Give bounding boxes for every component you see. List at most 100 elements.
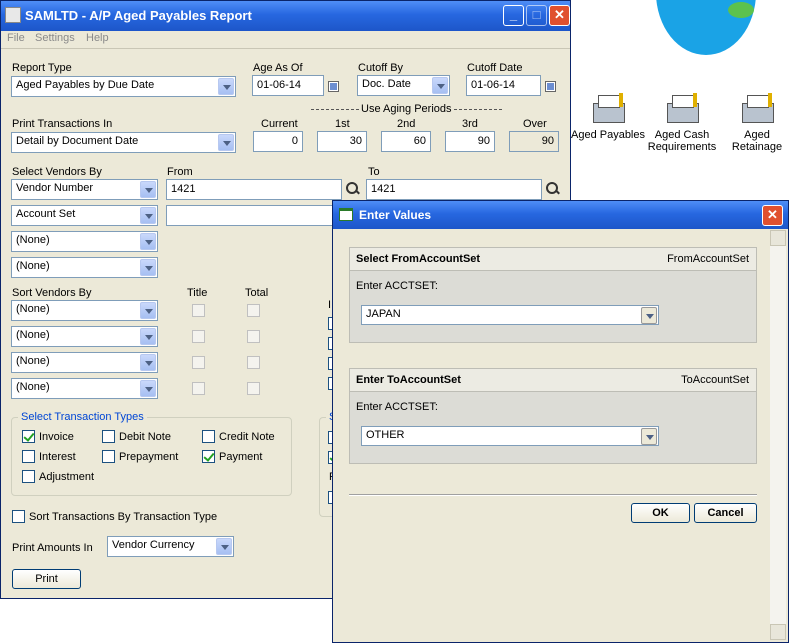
- window-icon: [339, 208, 353, 221]
- sort-vendors-value: (None): [16, 303, 50, 315]
- to-account-set-select[interactable]: OTHER: [361, 426, 659, 446]
- chevron-down-icon[interactable]: [140, 233, 156, 250]
- sort-title-checkbox-3: [192, 356, 205, 369]
- minimize-button[interactable]: _: [503, 5, 524, 26]
- period-2nd-field[interactable]: 60: [381, 131, 431, 152]
- select-vendors-by-3[interactable]: (None): [11, 231, 158, 252]
- cancel-button[interactable]: Cancel: [694, 503, 757, 523]
- interest-checkbox[interactable]: [22, 450, 35, 463]
- chevron-down-icon[interactable]: [140, 354, 156, 371]
- desktop-icon-aged-payables[interactable]: Aged Payables: [570, 93, 646, 141]
- transaction-types-title: Select Transaction Types: [18, 411, 147, 423]
- sort-title-checkbox-2: [192, 330, 205, 343]
- chevron-down-icon[interactable]: [140, 328, 156, 345]
- calendar-icon[interactable]: [328, 81, 339, 92]
- aging-periods-label: Use Aging Periods: [361, 103, 452, 115]
- cutoff-by-select[interactable]: Doc. Date: [357, 75, 450, 96]
- sort-vendors-by-2[interactable]: (None): [11, 326, 158, 347]
- select-vendors-by-1[interactable]: Vendor Number: [11, 179, 158, 200]
- period-3rd-field[interactable]: 90: [445, 131, 495, 152]
- credit-note-label: Credit Note: [219, 431, 275, 443]
- sort-by-type-checkbox[interactable]: [12, 510, 25, 523]
- payment-checkbox[interactable]: [202, 450, 215, 463]
- window-titlebar[interactable]: SAMLTD - A/P Aged Payables Report _ □ ✕: [1, 1, 570, 31]
- chevron-down-icon[interactable]: [140, 259, 156, 276]
- scroll-up-button[interactable]: [770, 230, 786, 246]
- invoice-checkbox[interactable]: [22, 430, 35, 443]
- age-as-of-field[interactable]: 01-06-14: [252, 75, 324, 96]
- report-type-value: Aged Payables by Due Date: [16, 79, 155, 91]
- select-vendors-by-4[interactable]: (None): [11, 257, 158, 278]
- menu-settings[interactable]: Settings: [35, 32, 75, 44]
- prepayment-checkbox[interactable]: [102, 450, 115, 463]
- cutoff-date-label: Cutoff Date: [467, 62, 523, 74]
- chevron-down-icon[interactable]: [218, 78, 234, 95]
- credit-note-checkbox[interactable]: [202, 430, 215, 443]
- account-set-from-field[interactable]: [166, 205, 342, 226]
- select-vendors-label: Select Vendors By: [12, 166, 102, 178]
- period-over-label: Over: [523, 118, 547, 130]
- period-1st-field[interactable]: 30: [317, 131, 367, 152]
- sort-vendors-by-4[interactable]: (None): [11, 378, 158, 399]
- chevron-down-icon[interactable]: [216, 538, 232, 555]
- desktop-icon-aged-cash-requirements[interactable]: Aged Cash Requirements: [644, 93, 720, 153]
- period-over-field: 90: [509, 131, 559, 152]
- print-transactions-value: Detail by Document Date: [16, 135, 139, 147]
- debit-note-checkbox[interactable]: [102, 430, 115, 443]
- select-vendors-value: (None): [16, 260, 50, 272]
- to-label: To: [368, 166, 380, 178]
- search-icon[interactable]: [345, 181, 361, 197]
- dialog-scrollbar[interactable]: [770, 230, 786, 640]
- print-button[interactable]: Print: [12, 569, 81, 589]
- chevron-down-icon[interactable]: [641, 428, 657, 445]
- debit-note-label: Debit Note: [119, 431, 171, 443]
- select-vendors-by-2[interactable]: Account Set: [11, 205, 158, 226]
- select-vendors-value: Vendor Number: [16, 182, 94, 194]
- maximize-button[interactable]: □: [526, 5, 547, 26]
- chevron-down-icon[interactable]: [218, 134, 234, 151]
- scroll-down-button[interactable]: [770, 624, 786, 640]
- title-column-label: Title: [187, 287, 208, 299]
- from-label: From: [167, 166, 193, 178]
- aging-divider-right: [454, 109, 502, 110]
- chevron-down-icon[interactable]: [140, 380, 156, 397]
- sort-total-checkbox-2: [247, 330, 260, 343]
- chevron-down-icon[interactable]: [140, 181, 156, 198]
- chevron-down-icon[interactable]: [140, 207, 156, 224]
- vendor-from-field[interactable]: 1421: [166, 179, 342, 200]
- adjustment-checkbox[interactable]: [22, 470, 35, 483]
- invoice-label: Invoice: [39, 431, 74, 443]
- select-vendors-value: Account Set: [16, 208, 76, 220]
- section-title: Select FromAccountSet: [356, 253, 481, 265]
- section-prompt: Enter ACCTSET:: [356, 280, 438, 292]
- menu-file[interactable]: File: [7, 32, 25, 44]
- chevron-down-icon[interactable]: [432, 77, 448, 94]
- calendar-icon[interactable]: [545, 81, 556, 92]
- period-current-field[interactable]: 0: [253, 131, 303, 152]
- interest-label: Interest: [39, 451, 76, 463]
- print-transactions-select[interactable]: Detail by Document Date: [11, 132, 236, 153]
- print-amounts-value: Vendor Currency: [112, 539, 195, 551]
- dialog-titlebar[interactable]: Enter Values ✕: [333, 201, 788, 229]
- report-type-select[interactable]: Aged Payables by Due Date: [11, 76, 236, 97]
- cutoff-date-field[interactable]: 01-06-14: [466, 75, 541, 96]
- chevron-down-icon[interactable]: [140, 302, 156, 319]
- from-account-set-select[interactable]: JAPAN: [361, 305, 659, 325]
- vendor-to-field[interactable]: 1421: [366, 179, 542, 200]
- print-amounts-select[interactable]: Vendor Currency: [107, 536, 234, 557]
- menu-help[interactable]: Help: [86, 32, 109, 44]
- close-button[interactable]: ✕: [549, 5, 570, 26]
- ok-button[interactable]: OK: [631, 503, 690, 523]
- from-account-set-value: JAPAN: [366, 308, 401, 320]
- sort-vendors-by-1[interactable]: (None): [11, 300, 158, 321]
- section-param: ToAccountSet: [681, 374, 749, 386]
- search-icon[interactable]: [545, 181, 561, 197]
- chevron-down-icon[interactable]: [641, 307, 657, 324]
- adjustment-label: Adjustment: [39, 471, 95, 483]
- sort-title-checkbox-1: [192, 304, 205, 317]
- dialog-close-button[interactable]: ✕: [762, 205, 783, 226]
- sort-vendors-value: (None): [16, 355, 50, 367]
- desktop-icon-aged-retainage[interactable]: Aged Retainage: [719, 93, 790, 153]
- hidden-panel-letter: I: [328, 299, 332, 311]
- sort-vendors-by-3[interactable]: (None): [11, 352, 158, 373]
